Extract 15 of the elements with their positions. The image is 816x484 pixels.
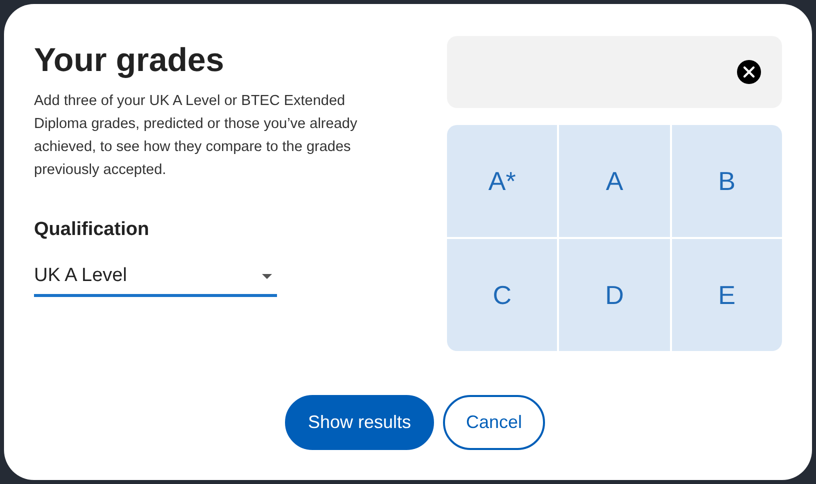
field-label: Qualification <box>34 218 150 242</box>
grade-button[interactable]: E <box>672 239 782 351</box>
caret-icon <box>262 274 272 278</box>
grade-button[interactable]: D <box>559 239 670 351</box>
dialog-title: Your grades <box>34 40 226 80</box>
grade-button[interactable]: B <box>672 125 782 237</box>
cancel-button[interactable]: Cancel <box>443 395 546 450</box>
description: Add three of your UK A Level or BTEC Extended Diploma grades, predicted or those you’ve already achieved, to see how they compare to the grades previously accepted. <box>34 92 358 180</box>
grade-button[interactable]: C <box>447 239 558 351</box>
grade-button[interactable]: A <box>559 125 670 237</box>
clear-icon[interactable] <box>737 60 761 84</box>
qualification-dropdown[interactable]: UK A Level <box>34 258 277 296</box>
grade-entry-field[interactable] <box>447 36 782 108</box>
grade-button[interactable]: A* <box>447 125 558 237</box>
show-results-button[interactable]: Show results <box>284 395 434 450</box>
